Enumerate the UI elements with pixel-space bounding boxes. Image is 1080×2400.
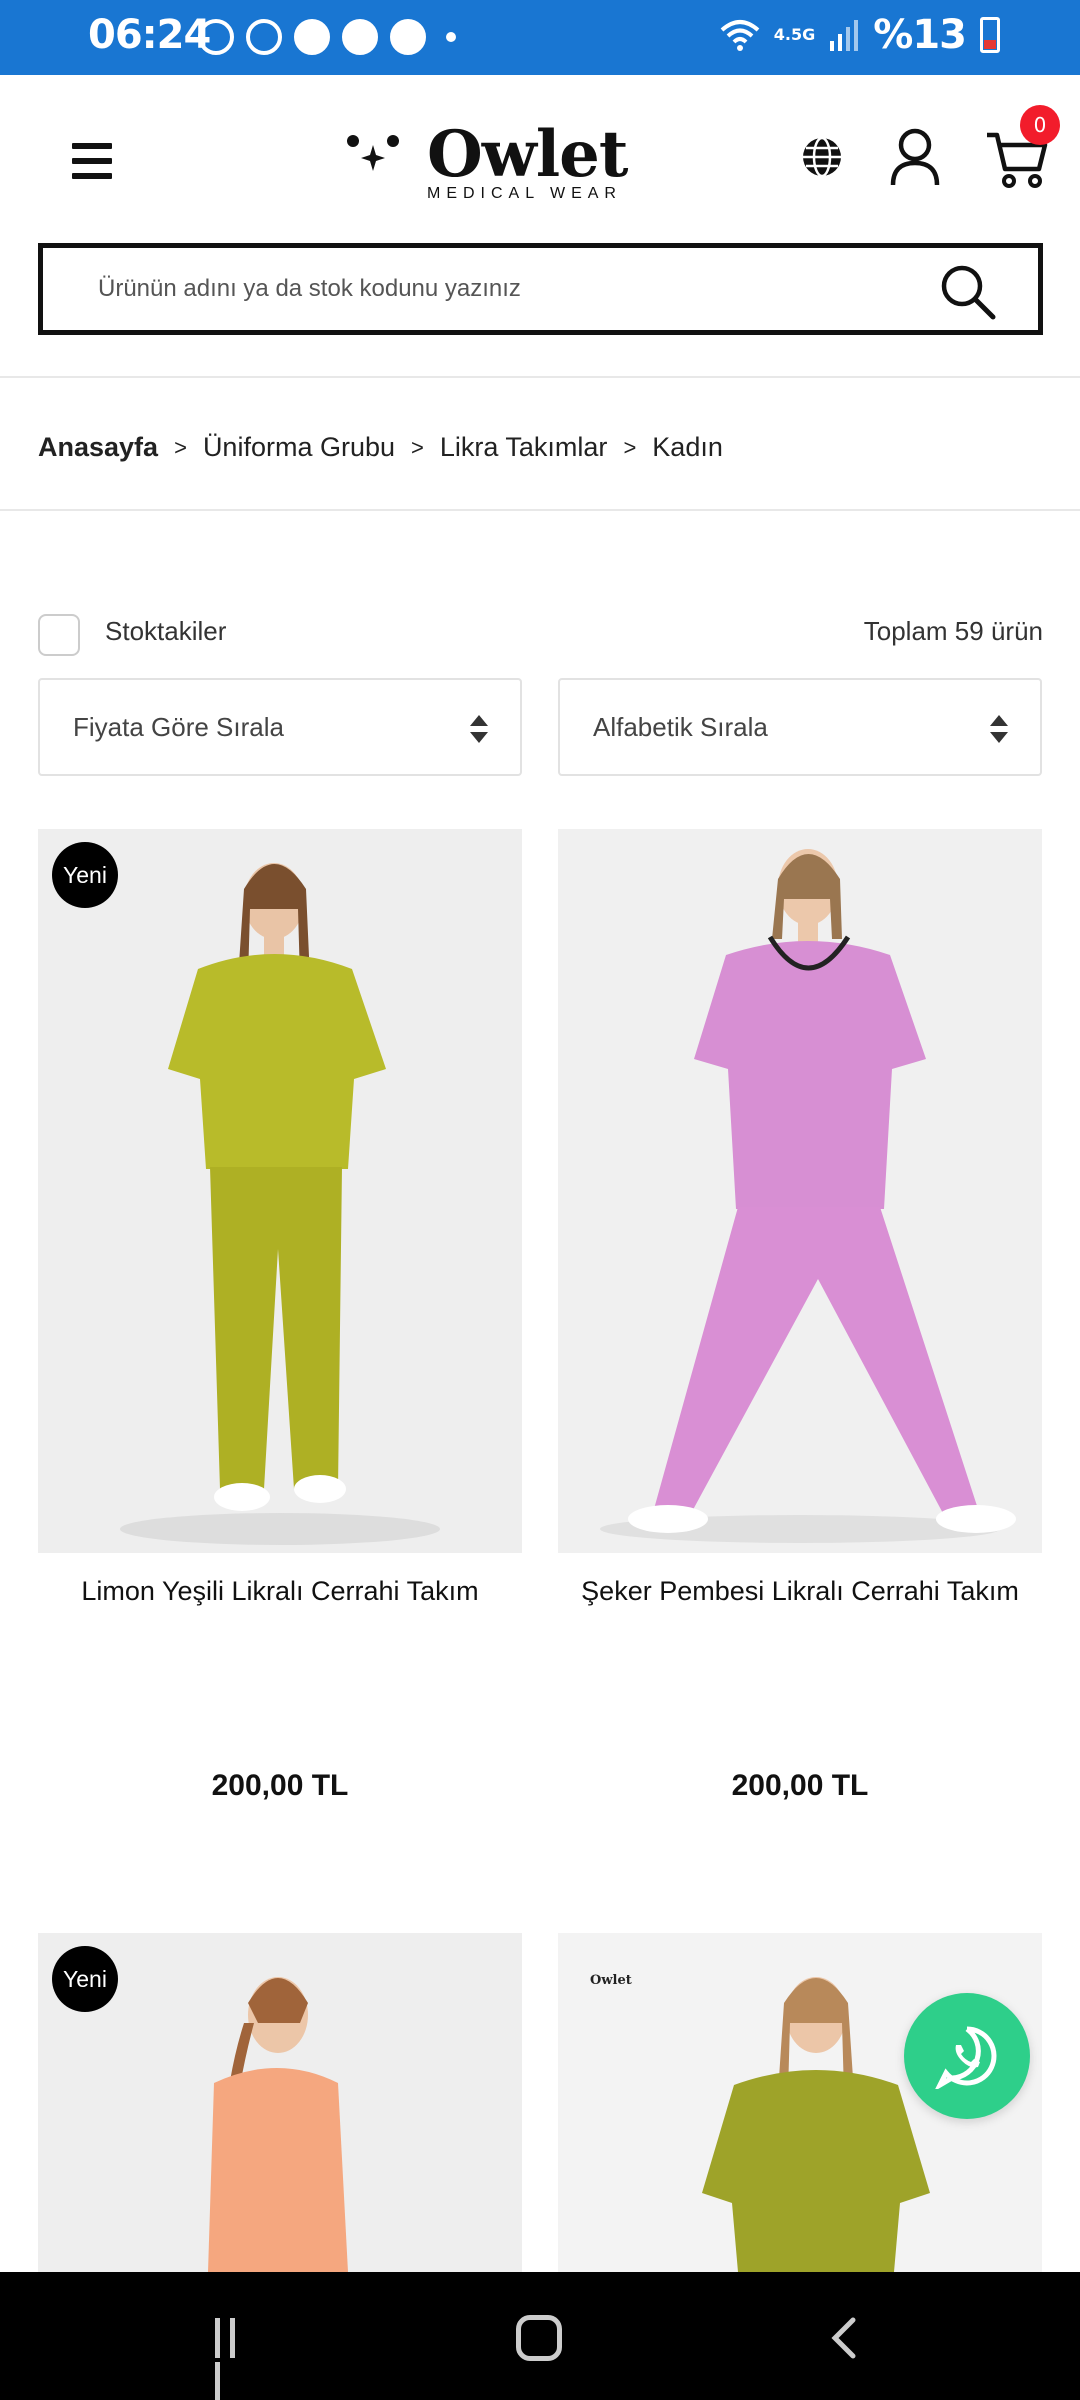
product-name[interactable]: Şeker Pembesi Likralı Cerrahi Takım [558,1576,1042,1607]
back-icon[interactable] [825,2316,865,2360]
search-icon[interactable] [940,264,996,320]
home-button[interactable] [516,2315,562,2361]
accessibility-icon [246,19,282,55]
divider [0,509,1080,511]
brand-subtitle: MEDICAL WEAR [427,185,622,202]
product-image[interactable] [558,829,1042,1553]
brand-logo[interactable]: Owlet MEDICAL WEAR [345,117,628,207]
sort-by-price-value: Fiyata Göre Sırala [73,712,284,742]
site-header: Owlet MEDICAL WEAR 0 [0,75,1080,245]
in-stock-checkbox[interactable] [38,614,80,656]
sort-alphabetical-value: Alfabetik Sırala [593,712,768,742]
app-icon [294,19,330,55]
breadcrumb: Anasayfa > Üniforma Grubu > Likra Takıml… [38,432,723,463]
breadcrumb-separator: > [411,434,424,460]
wifi-icon [720,20,760,51]
owl-logo-icon [347,135,399,171]
dot-icon [446,32,456,42]
divider [0,376,1080,378]
sort-by-price-select[interactable]: Fiyata Göre Sırala [38,678,522,776]
globe-icon[interactable] [800,135,844,179]
whatsapp-icon [935,2026,997,2089]
status-bar: 06:24 4.5G %13 [0,0,1080,75]
breadcrumb-separator: > [174,434,187,460]
chrome-icon [342,19,378,55]
signal-icon [830,20,859,51]
recent-apps-button[interactable] [215,2318,259,2400]
chrome-icon [390,19,426,55]
product-name[interactable]: Limon Yeşili Likralı Cerrahi Takım [38,1576,522,1607]
product-image[interactable]: Yeni [38,1933,522,2272]
product-price: 200,00 TL [211,1769,349,1802]
product-price: 200,00 TL [731,1769,869,1802]
network-type: 4.5G [773,25,816,44]
sort-arrows-icon [990,715,1008,743]
search-input[interactable] [98,268,918,310]
total-products-count: Toplam 59 ürün [863,616,1043,646]
status-notification-icons [198,19,456,55]
breadcrumb-item-uniform-group[interactable]: Üniforma Grubu [203,432,395,463]
system-navigation-bar [0,2272,1080,2400]
product-garment [702,2070,930,2272]
sort-alphabetical-select[interactable]: Alfabetik Sırala [558,678,1042,776]
product-image[interactable]: Yeni [38,829,522,1553]
in-stock-label[interactable]: Stoktakiler [105,616,226,647]
breadcrumb-item-home[interactable]: Anasayfa [38,432,158,463]
battery-percent: %13 [873,12,967,58]
battery-icon [980,17,1000,53]
new-badge: Yeni [52,842,118,908]
sort-arrows-icon [470,715,488,743]
new-badge: Yeni [52,1946,118,2012]
whatsapp-button[interactable] [904,1993,1030,2119]
cart-count-badge[interactable]: 0 [1020,105,1060,145]
search-bar [38,243,1043,335]
breadcrumb-separator: > [623,434,637,460]
user-icon[interactable] [890,127,940,187]
brand-watermark: Owlet [590,1973,632,1988]
menu-icon[interactable] [72,143,112,179]
breadcrumb-item-women: Kadın [652,432,723,462]
status-time: 06:24 [88,12,211,58]
product-garment [208,2068,348,2272]
sync-icon [198,19,234,55]
breadcrumb-item-lycra-sets[interactable]: Likra Takımlar [440,432,608,463]
brand-name: Owlet [427,117,628,192]
